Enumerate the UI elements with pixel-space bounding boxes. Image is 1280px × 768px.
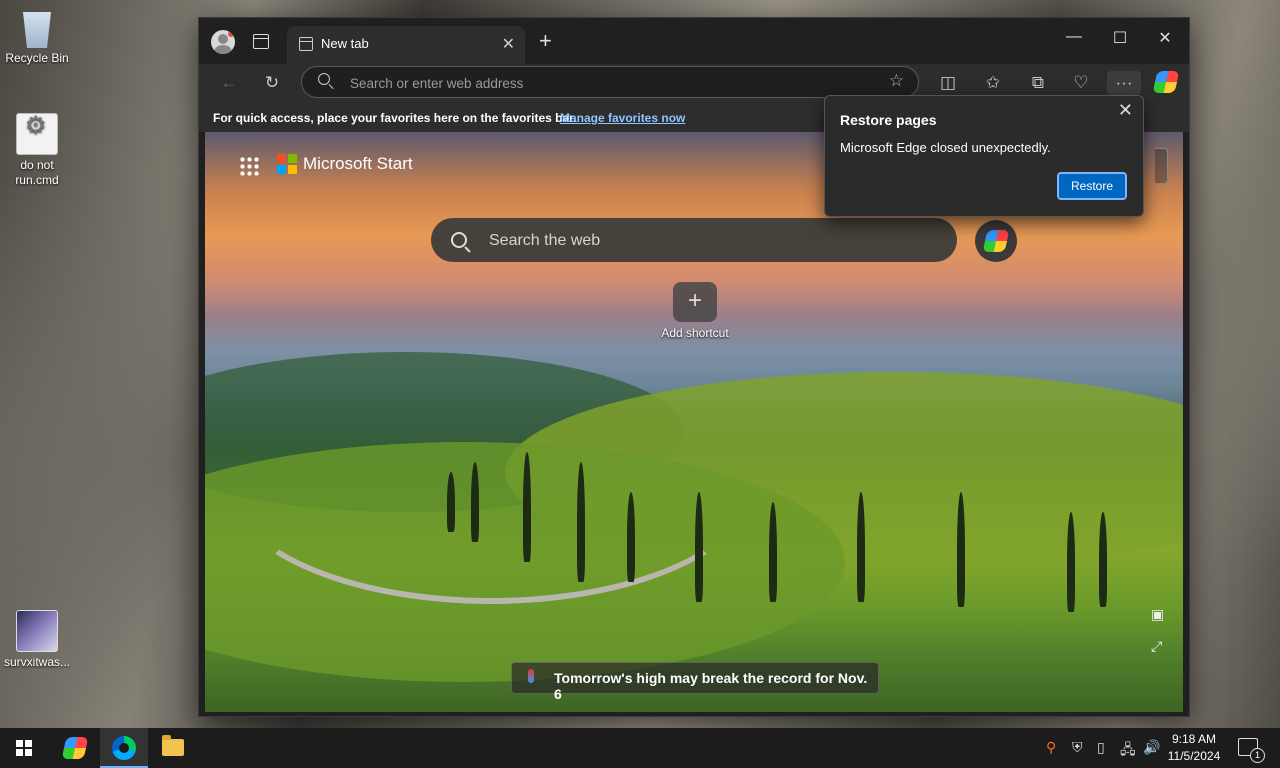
copilot-button[interactable] (975, 220, 1017, 262)
background-tree (471, 462, 479, 542)
address-input[interactable] (348, 72, 872, 94)
back-icon[interactable]: ← (217, 71, 241, 95)
search-icon (318, 73, 330, 85)
maximize-icon[interactable]: ☐ (1105, 28, 1135, 48)
new-tab-plus-icon[interactable]: + (539, 28, 552, 54)
edge-icon (112, 736, 136, 760)
taskbar: ⚲ ⛨ ▯ 🖧 🔊 9:18 AM 11/5/2024 1 (0, 728, 1280, 768)
minimize-icon[interactable]: — (1059, 28, 1089, 46)
folder-icon (162, 735, 184, 756)
add-shortcut-label: Add shortcut (661, 326, 729, 340)
usb-device-icon[interactable]: ▯ (1097, 739, 1105, 756)
desktop-icon-recycle-bin[interactable]: Recycle Bin (0, 8, 74, 66)
desktop-icon-survxitwas[interactable]: survxitwas... (0, 610, 74, 670)
collections-icon[interactable]: ⧉ (1026, 71, 1050, 95)
image-file-icon (16, 610, 58, 652)
background-tree (577, 462, 585, 582)
notification-center-icon[interactable]: 1 (1238, 738, 1265, 763)
new-tab-favicon-icon (299, 37, 313, 51)
taskbar-edge[interactable] (100, 728, 148, 768)
notification-count-badge: 1 (1250, 748, 1265, 763)
popup-message: Microsoft Edge closed unexpectedly. (840, 140, 1051, 155)
background-tree (1067, 512, 1075, 612)
more-options-icon[interactable]: ··· (1107, 71, 1141, 95)
copilot-icon (982, 230, 1010, 252)
top-right-card-edge (1155, 148, 1168, 184)
taskbar-file-explorer[interactable] (150, 728, 198, 768)
address-bar[interactable]: ☆ (301, 66, 919, 98)
microsoft-logo-icon (277, 154, 297, 174)
close-window-icon[interactable]: ✕ (1150, 28, 1180, 48)
desktop-icon-label: do not run.cmd (15, 158, 59, 187)
close-icon[interactable]: ✕ (1118, 100, 1133, 121)
microsoft-start-brand[interactable]: Microsoft Start (303, 154, 413, 174)
background-tree (1099, 512, 1107, 607)
background-tree (695, 492, 703, 602)
profile-avatar[interactable] (211, 30, 235, 54)
news-headline: Tomorrow's high may break the record for… (554, 670, 868, 702)
desktop-icon-do-not-run[interactable]: do not run.cmd (0, 113, 74, 188)
search-magnifier-icon[interactable]: ⚲ (1046, 739, 1056, 756)
tab-actions-icon[interactable] (253, 34, 269, 49)
recycle-bin-icon (23, 12, 51, 48)
desktop-icon-label: Recycle Bin (5, 51, 69, 65)
tab-title: New tab (321, 36, 369, 51)
background-tree (769, 502, 777, 602)
volume-icon[interactable]: 🔊 (1143, 739, 1160, 756)
thermometer-icon (528, 669, 534, 683)
split-screen-icon[interactable]: ◫ (936, 71, 960, 95)
refresh-icon[interactable]: ↻ (260, 71, 284, 95)
background-tree (857, 492, 865, 602)
web-search-box[interactable] (431, 218, 957, 262)
clock[interactable]: 9:18 AM 11/5/2024 (1164, 731, 1224, 765)
favorite-star-icon[interactable]: ☆ (889, 71, 904, 91)
tab-new-tab[interactable]: New tab ✕ (287, 26, 525, 64)
restore-button[interactable]: Restore (1057, 172, 1127, 200)
network-icon[interactable]: 🖧 (1120, 739, 1136, 763)
tab-strip: New tab ✕ + — ☐ ✕ (199, 18, 1189, 64)
background-tree (627, 492, 635, 582)
apps-waffle-icon[interactable] (239, 156, 259, 176)
background-road (225, 362, 757, 604)
cmd-file-icon (16, 113, 58, 155)
clock-time: 9:18 AM (1171, 732, 1217, 746)
profile-alert-dot (228, 31, 234, 37)
background-tree (957, 492, 965, 607)
start-windows-icon[interactable] (16, 740, 32, 756)
manage-favorites-link[interactable]: Manage favorites now (560, 111, 685, 125)
taskbar-copilot[interactable] (50, 728, 98, 768)
web-search-input[interactable] (487, 230, 931, 252)
restore-pages-popup: Restore pages Microsoft Edge closed unex… (824, 95, 1144, 217)
search-icon (451, 232, 467, 248)
copilot-icon (61, 737, 89, 759)
desktop-icon-label: survxitwas... (3, 655, 70, 669)
new-tab-page: Microsoft Start + Add shortcut ▣ ⤢ Tomor… (205, 132, 1183, 712)
add-shortcut-button[interactable]: + (673, 282, 717, 322)
popup-title: Restore pages (840, 112, 937, 128)
copilot-toolbar-icon[interactable] (1152, 69, 1180, 95)
browser-essentials-icon[interactable]: ♡ (1069, 71, 1093, 95)
favorites-bar-message: For quick access, place your favorites h… (213, 111, 577, 125)
news-ticker[interactable]: Tomorrow's high may break the record for… (511, 662, 879, 702)
background-tree (447, 472, 455, 532)
security-shield-icon[interactable]: ⛨ (1072, 739, 1083, 756)
background-image-icon[interactable]: ▣ (1151, 606, 1164, 623)
clock-date: 11/5/2024 (1167, 749, 1221, 763)
favorites-icon[interactable]: ✩ (981, 71, 1005, 95)
expand-icon[interactable]: ⤢ (1151, 638, 1162, 655)
close-tab-icon[interactable]: ✕ (502, 34, 515, 54)
background-tree (523, 452, 531, 562)
